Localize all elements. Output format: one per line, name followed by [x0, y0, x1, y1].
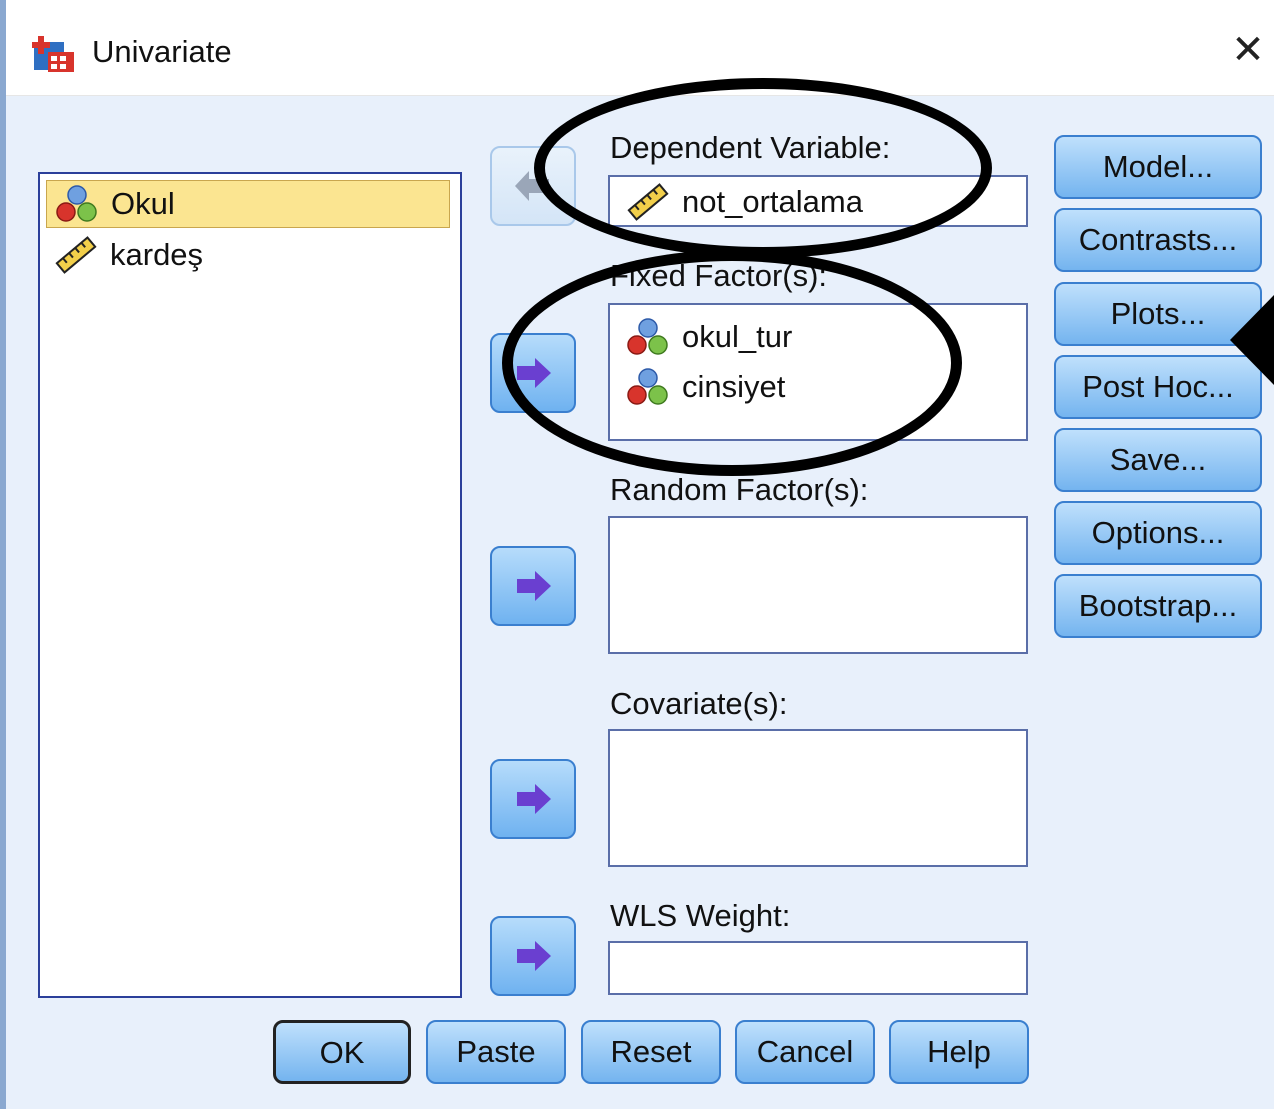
- arrow-right-icon: [517, 784, 551, 814]
- options-button[interactable]: Options...: [1054, 501, 1262, 565]
- dependent-variable-item[interactable]: not_ortalama: [624, 180, 863, 224]
- covariates-list[interactable]: [608, 729, 1028, 867]
- paste-button[interactable]: Paste: [426, 1020, 566, 1084]
- fixed-factor-item[interactable]: cinsiyet: [624, 365, 785, 409]
- random-factors-label: Random Factor(s):: [610, 472, 869, 507]
- fixed-factors-label: Fixed Factor(s):: [610, 258, 828, 293]
- window-title: Univariate: [92, 34, 232, 69]
- fixed-factor-label: cinsiyet: [682, 369, 786, 404]
- nominal-icon: [627, 318, 668, 355]
- dependent-variable-value: not_ortalama: [682, 184, 863, 219]
- window-left-border: [0, 0, 6, 1109]
- list-item-label: kardeş: [110, 237, 204, 272]
- title-bar: Univariate ✕: [0, 0, 1274, 96]
- help-button[interactable]: Help: [889, 1020, 1029, 1084]
- nominal-icon: [56, 185, 97, 222]
- annotation-oval-dependent: [534, 78, 992, 258]
- list-item-kardes[interactable]: kardeş: [46, 232, 448, 278]
- arrow-right-icon: [517, 571, 551, 601]
- save-button[interactable]: Save...: [1054, 428, 1262, 492]
- ok-button[interactable]: OK: [273, 1020, 411, 1084]
- fixed-factors-list[interactable]: okul_tur cinsiyet: [608, 303, 1028, 441]
- wls-weight-label: WLS Weight:: [610, 898, 791, 933]
- dependent-variable-field[interactable]: not_ortalama: [608, 175, 1028, 227]
- close-icon[interactable]: ✕: [1228, 30, 1268, 70]
- move-to-covariate-button[interactable]: [490, 759, 576, 839]
- model-button[interactable]: Model...: [1054, 135, 1262, 199]
- wls-weight-field[interactable]: [608, 941, 1028, 995]
- move-to-dependent-button[interactable]: [490, 146, 576, 226]
- arrow-right-icon: [517, 941, 551, 971]
- contrasts-button[interactable]: Contrasts...: [1054, 208, 1262, 272]
- nominal-icon: [627, 368, 668, 405]
- scale-icon: [627, 183, 669, 221]
- cancel-button[interactable]: Cancel: [735, 1020, 875, 1084]
- dependent-variable-label: Dependent Variable:: [610, 130, 891, 165]
- arrow-left-icon: [515, 171, 549, 201]
- move-to-random-factor-button[interactable]: [490, 546, 576, 626]
- list-item-okul[interactable]: Okul: [46, 180, 450, 228]
- list-item-label: Okul: [111, 186, 175, 221]
- move-to-fixed-factor-button[interactable]: [490, 333, 576, 413]
- variable-list[interactable]: Okul kardeş: [38, 172, 462, 998]
- reset-button[interactable]: Reset: [581, 1020, 721, 1084]
- random-factors-list[interactable]: [608, 516, 1028, 654]
- fixed-factor-item[interactable]: okul_tur: [624, 315, 792, 359]
- move-to-wls-weight-button[interactable]: [490, 916, 576, 996]
- annotation-arrow-icon: [1230, 295, 1274, 385]
- arrow-right-icon: [517, 358, 551, 388]
- fixed-factor-label: okul_tur: [682, 319, 793, 354]
- univariate-app-icon: [32, 36, 74, 72]
- scale-icon: [55, 236, 97, 274]
- covariates-label: Covariate(s):: [610, 686, 788, 721]
- bootstrap-button[interactable]: Bootstrap...: [1054, 574, 1262, 638]
